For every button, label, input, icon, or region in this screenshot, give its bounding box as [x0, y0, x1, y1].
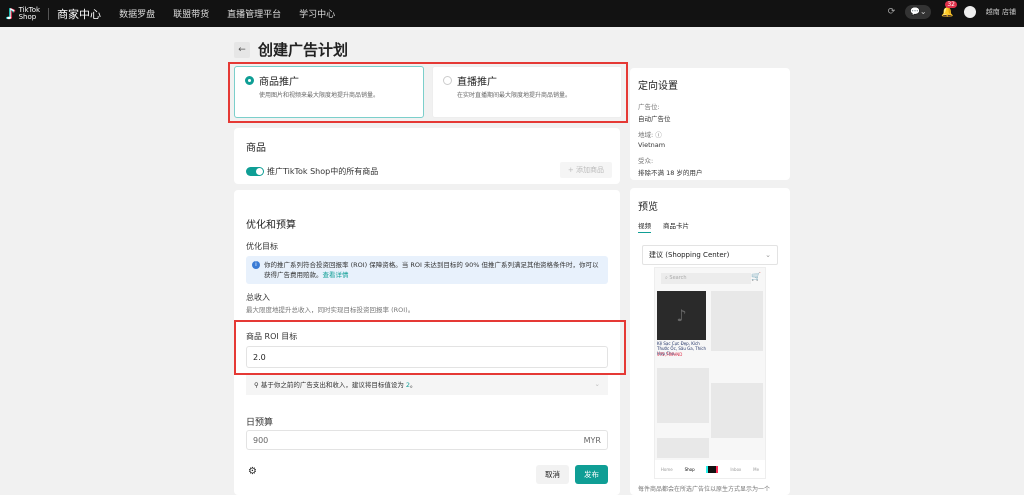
divider: [48, 7, 50, 20]
roi-suggestion[interactable]: ⚲ 基于你之前的广告支出和收入，建议将目标值设为 2。 ⌄: [246, 373, 608, 395]
avatar[interactable]: [963, 6, 976, 18]
chevron-down-icon: ⌄: [765, 251, 771, 259]
audience-value: 排除不满 18 岁的用户: [638, 169, 703, 177]
section-title: 预览: [638, 202, 658, 213]
nav-learning-center[interactable]: 学习中心: [299, 7, 335, 20]
currency: MYR: [583, 435, 601, 445]
search-bar: ⌕ Search: [661, 273, 751, 284]
phone-bottom-nav: Home Shop Inbox Me: [655, 460, 765, 478]
section-title: 优化和预算: [246, 220, 296, 231]
chat-button[interactable]: 💬⌄: [905, 5, 932, 19]
products-card: 商品 推广TikTok Shop中的所有商品 + 添加商品: [234, 128, 620, 184]
phone-preview: ⌕ Search 🛒 ♪ Kệ Sạc Cực Đẹp, Kích Thước …: [654, 267, 766, 479]
radio-unselected[interactable]: [443, 76, 452, 85]
location-label-text: 地域:: [638, 131, 654, 139]
placeholder-card: [711, 383, 763, 438]
targeting-card: 定向设置 广告位: 自动广告位 地域: ⓘ Vietnam 受众: 排除不满 1…: [630, 68, 790, 180]
roi-info-banner: i 你的推广系列符合投资回报率 (ROI) 保障资格。当 ROI 未达到目标的 …: [246, 256, 608, 284]
cancel-button[interactable]: 取消: [536, 465, 569, 484]
inbox-nav: Inbox: [730, 466, 742, 472]
refresh-icon[interactable]: ⟳: [888, 7, 896, 17]
highlight-roi-target: [234, 320, 626, 375]
option-desc: 在实时直播期间最大限度地提升商品销量。: [457, 92, 572, 99]
publish-button[interactable]: 发布: [575, 465, 608, 484]
placeholder-card: [711, 291, 763, 351]
option-title: 商品推广: [259, 77, 299, 88]
me-nav: Me: [753, 466, 760, 472]
revenue-desc: 最大限度地提升总收入，同时实现目标投资回报率 (ROI)。: [246, 306, 415, 314]
location-value: Vietnam: [638, 141, 666, 149]
chevron-down-icon: ⌄: [594, 380, 600, 388]
nav-affiliate[interactable]: 联盟带货: [173, 7, 209, 20]
option-desc: 使用图片和视频来最大限度地提升商品销量。: [259, 92, 380, 99]
nav-live-manager[interactable]: 直播管理平台: [227, 7, 281, 20]
placement-value: 自动广告位: [638, 115, 671, 123]
add-product-button[interactable]: + 添加商品: [559, 162, 612, 178]
back-button[interactable]: ←: [234, 41, 250, 58]
help-icon[interactable]: ⓘ: [655, 131, 662, 139]
placement-label: 广告位:: [638, 103, 660, 111]
top-nav-bar: ♪ TikTok Shop 商家中心 数据罗盘 联盟带货 直播管理平台 学习中心 …: [0, 0, 1024, 27]
option-title: 直播推广: [457, 77, 497, 88]
radio-selected[interactable]: [245, 76, 254, 85]
daily-budget-input[interactable]: 900 MYR: [246, 430, 608, 450]
toggle-label: 推广TikTok Shop中的所有商品: [267, 167, 379, 176]
section-title: 定向设置: [638, 81, 678, 92]
page-title: 创建广告计划: [258, 41, 349, 59]
tab-video[interactable]: 视频: [638, 220, 651, 233]
home-nav: Home: [660, 466, 673, 472]
nav-data-compass[interactable]: 数据罗盘: [119, 7, 155, 20]
logo-text-2: Shop: [18, 12, 37, 21]
tab-product-card[interactable]: 商品卡片: [663, 220, 689, 233]
placeholder-card: [657, 438, 709, 458]
info-text: 你的推广系列符合投资回报率 (ROI) 保障资格。当 ROI 未达到目标的 90…: [264, 261, 599, 279]
budget-label: 日预算: [246, 418, 274, 428]
info-icon: i: [252, 261, 260, 269]
shop-nav: Shop: [684, 466, 695, 472]
product-thumbnail: ♪: [657, 291, 706, 340]
hint-text: 基于你之前的广告支出和收入，建议将目标值设为: [260, 381, 404, 389]
notification-badge: 32: [945, 0, 957, 8]
audience-label: 受众:: [638, 157, 654, 165]
product-price: 375,700VND: [657, 352, 683, 357]
tiktok-logo-icon: ♪: [6, 4, 16, 23]
hint-suffix: 。: [410, 381, 417, 389]
tiktok-shop-logo[interactable]: ♪ TikTok Shop: [6, 5, 40, 23]
location-label: 地域: ⓘ: [638, 129, 782, 139]
select-value: 建议 (Shopping Center): [649, 251, 730, 259]
shop-menu[interactable]: 越南 店铺: [986, 7, 1016, 17]
goal-label: 优化目标: [246, 242, 278, 251]
create-icon: [706, 465, 719, 473]
bulb-icon: ⚲: [254, 381, 261, 389]
placement-select[interactable]: 建议 (Shopping Center) ⌄: [642, 245, 778, 265]
section-title: 商品: [246, 143, 266, 154]
placeholder-card: [657, 368, 709, 423]
bell-icon[interactable]: 🔔 32: [941, 0, 957, 18]
option-product-promotion[interactable]: 商品推广 使用图片和视频来最大限度地提升商品销量。: [234, 66, 424, 118]
search-placeholder: Search: [669, 275, 687, 281]
view-details-link[interactable]: 查看详情: [323, 271, 349, 279]
preview-footer: 每件商品都会在所选广告位以原生方式显示为一个: [638, 486, 771, 493]
cart-icon: 🛒: [751, 272, 761, 281]
nav-seller-center[interactable]: 商家中心: [57, 6, 101, 22]
option-live-promotion[interactable]: 直播推广 在实时直播期间最大限度地提升商品销量。: [432, 66, 622, 118]
revenue-title[interactable]: 总收入: [246, 292, 270, 303]
settings-icon[interactable]: ⚙: [248, 466, 257, 477]
all-products-toggle[interactable]: [246, 167, 264, 176]
budget-value: 900: [253, 435, 269, 445]
